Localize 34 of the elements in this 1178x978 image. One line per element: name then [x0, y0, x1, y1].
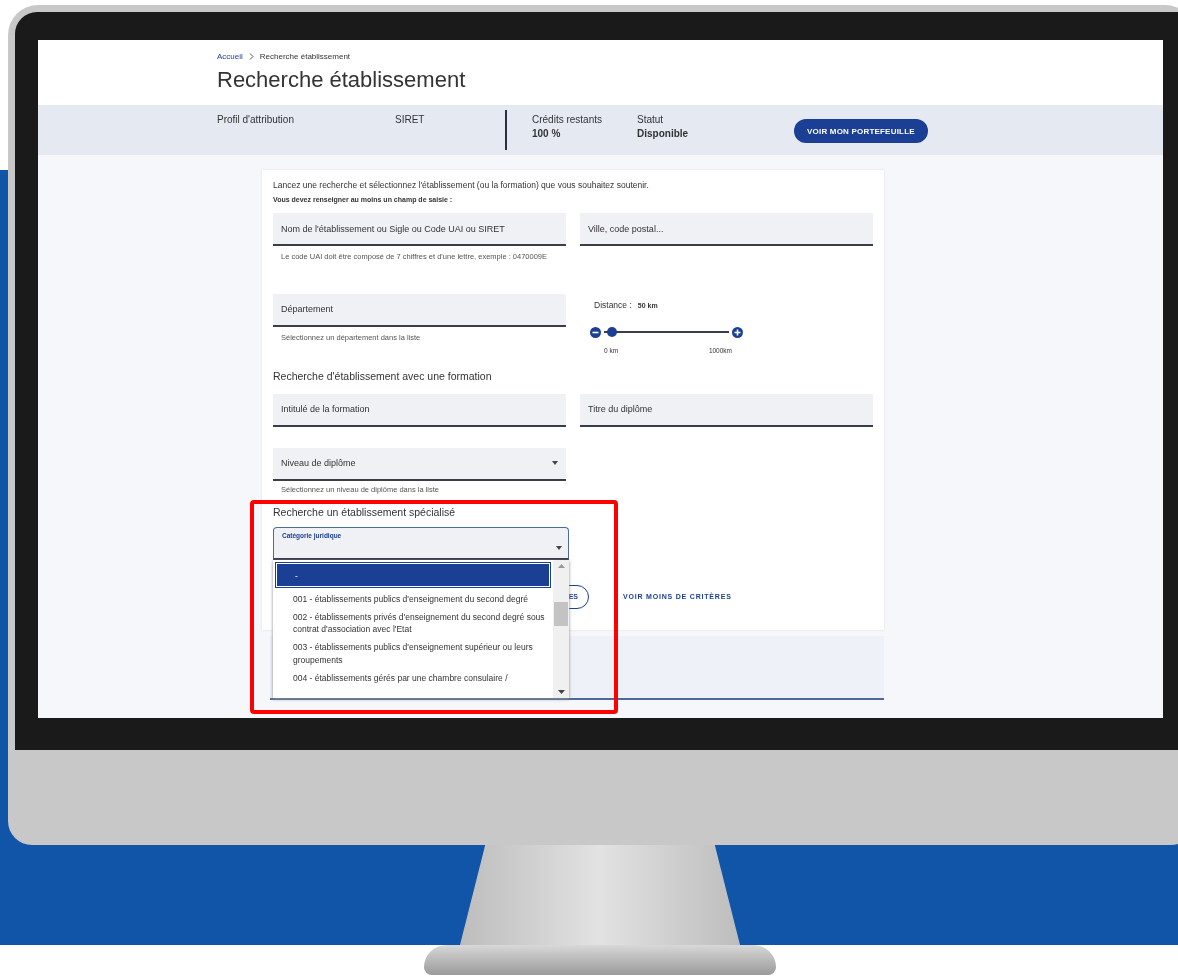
breadcrumb-link[interactable]: Accueil: [217, 52, 243, 61]
chevron-icon: [248, 53, 254, 60]
section-heading: Recherche un établissement spécialisé: [273, 505, 457, 518]
dropdown-option[interactable]: 002 - établissements privés d'enseignement du second degré sous contrat d'association avec l'Etat: [273, 607, 553, 639]
input-field[interactable]: Titre du diplôme: [580, 393, 873, 427]
field-label: Profil d'attribution: [217, 114, 295, 125]
page-title: Recherche établissement: [217, 67, 467, 93]
scrollbar[interactable]: [553, 559, 569, 698]
dropdown-option[interactable]: 003 - établissements publics d'enseignement supérieur ou leurs groupements: [273, 638, 553, 670]
breadcrumb-current: Recherche établissement: [259, 52, 351, 61]
dropdown-option[interactable]: 001 - établissements publics d'enseignement du second degré: [273, 589, 553, 608]
caret-icon: [556, 545, 562, 550]
intro-text: Lancez une recherche et sélectionnez l'établissement (ou la formation) que vous souhaitez soutenir.: [273, 180, 649, 190]
plus-icon[interactable]: [732, 326, 743, 338]
input-field[interactable]: Ville, code postal...: [580, 213, 873, 246]
field-label: Crédits restants: [532, 114, 604, 125]
caret-icon: [552, 461, 558, 466]
dropdown-option[interactable]: 004 - établissements gérés par une chambre consulaire /: [273, 669, 553, 688]
slider-thumb[interactable]: [607, 327, 618, 338]
field-value: Disponible: [637, 128, 690, 139]
select-field[interactable]: Niveau de diplôme: [273, 447, 566, 481]
input-field[interactable]: Intitulé de la formation: [273, 393, 566, 427]
field-label: Statut: [637, 114, 665, 125]
scroll-thumb[interactable]: [554, 601, 568, 626]
input-field[interactable]: Nom de l'établissement ou Sigle ou Code UAI ou SIRET: [273, 213, 566, 246]
section-heading: Recherche d'établissement avec une formation: [273, 369, 493, 382]
scroll-down-icon[interactable]: [557, 689, 565, 694]
field-value: SIRET: [395, 114, 426, 125]
distance-label: Distance :: [594, 299, 632, 310]
input-field[interactable]: Département: [273, 293, 566, 327]
dropdown-option[interactable]: -: [275, 561, 551, 588]
field-value: 100 %: [532, 128, 562, 139]
minus-icon[interactable]: [590, 326, 601, 338]
portfolio-button[interactable]: VOIR MON PORTEFEUILLE: [794, 119, 928, 143]
